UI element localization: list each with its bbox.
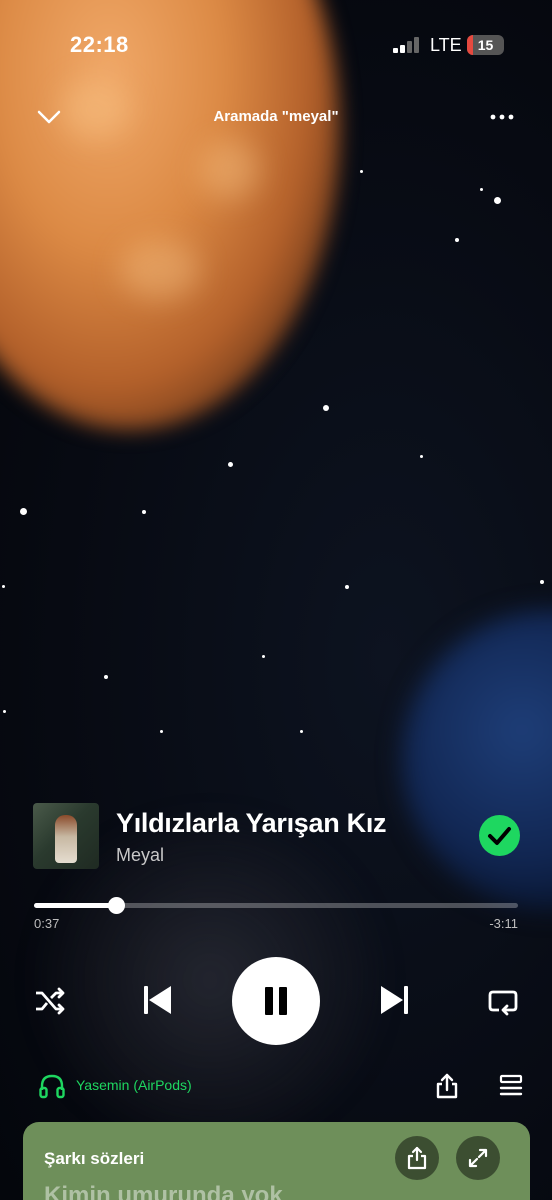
- star: [3, 710, 6, 713]
- shuffle-icon[interactable]: [32, 983, 68, 1019]
- skip-next-icon[interactable]: [376, 982, 412, 1018]
- cover-figure: [55, 815, 77, 863]
- star: [345, 585, 349, 589]
- pause-icon-bar: [265, 987, 273, 1015]
- star: [480, 188, 483, 191]
- remaining-time: -3:11: [489, 916, 518, 931]
- star: [2, 585, 5, 588]
- star: [300, 730, 303, 733]
- star: [540, 580, 544, 584]
- added-to-library-button[interactable]: [479, 815, 520, 856]
- blue-planet-art: [402, 610, 552, 910]
- star: [142, 510, 146, 514]
- track-artist[interactable]: Meyal: [116, 845, 164, 866]
- status-bar: 22:18 LTE 15: [0, 0, 552, 90]
- lyrics-heading: Şarkı sözleri: [44, 1149, 145, 1168]
- elapsed-time: 0:37: [34, 916, 60, 931]
- battery-percent: 15: [477, 37, 494, 53]
- expand-icon: [468, 1148, 488, 1168]
- progress-scrubber-handle[interactable]: [107, 897, 125, 914]
- network-type: LTE: [430, 35, 462, 55]
- headphones-icon[interactable]: [38, 1072, 66, 1100]
- star: [323, 405, 329, 411]
- sun-highlight: [120, 240, 200, 300]
- share-icon[interactable]: [433, 1072, 461, 1100]
- repeat-icon[interactable]: [485, 983, 521, 1019]
- more-options-icon[interactable]: [488, 107, 516, 127]
- skip-previous-icon[interactable]: [140, 982, 176, 1018]
- star: [494, 197, 501, 204]
- lyrics-expand-button[interactable]: [456, 1136, 500, 1180]
- lyrics-first-line: Kimin umurunda yok: [44, 1182, 283, 1200]
- playing-context-title[interactable]: Aramada "meyal": [0, 108, 552, 125]
- checkmark-icon: [488, 827, 511, 845]
- pause-button[interactable]: [232, 957, 320, 1045]
- star: [160, 730, 163, 733]
- star: [228, 462, 233, 467]
- star: [420, 455, 423, 458]
- lyrics-share-button[interactable]: [395, 1136, 439, 1180]
- player-header: Aramada "meyal": [0, 95, 552, 140]
- connected-device-label[interactable]: Yasemin (AirPods): [76, 1077, 192, 1093]
- star: [455, 238, 459, 242]
- star: [262, 655, 265, 658]
- sun-highlight: [200, 140, 260, 200]
- cellular-signal-icon: [393, 37, 421, 53]
- star: [20, 508, 27, 515]
- battery-icon: 15: [467, 35, 504, 55]
- pause-icon-bar: [279, 987, 287, 1015]
- progress-bar[interactable]: [34, 903, 518, 908]
- track-title[interactable]: Yıldızlarla Yarışan Kız: [116, 808, 387, 839]
- album-cover-thumbnail[interactable]: [33, 803, 99, 869]
- star: [104, 675, 108, 679]
- share-icon: [407, 1146, 427, 1170]
- status-time: 22:18: [70, 32, 129, 57]
- star: [360, 170, 363, 173]
- progress-played: [34, 903, 117, 908]
- queue-icon[interactable]: [497, 1072, 525, 1100]
- lyrics-card[interactable]: Şarkı sözleri Kimin umurunda yok: [23, 1122, 530, 1200]
